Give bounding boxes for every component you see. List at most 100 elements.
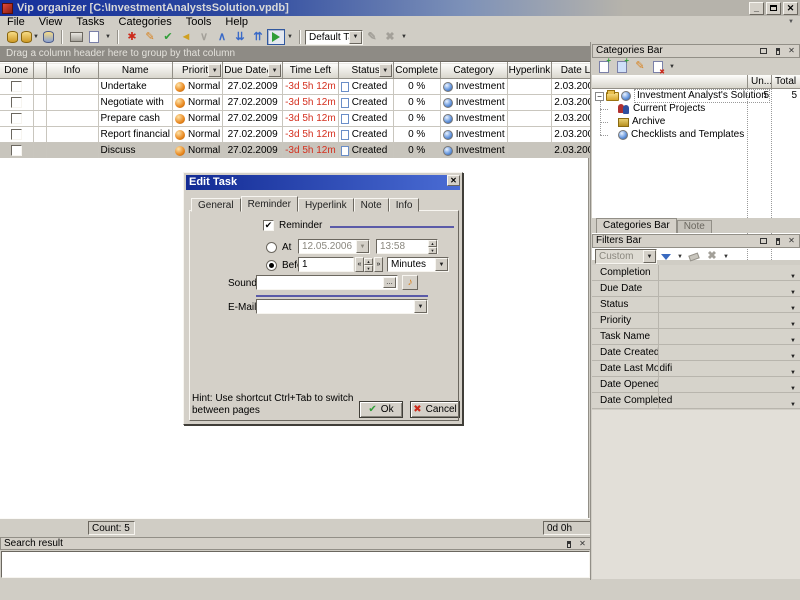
tab-reminder[interactable]: Reminder xyxy=(241,196,298,212)
pin-icon[interactable] xyxy=(772,236,783,246)
add-subcategory-icon[interactable]: + xyxy=(613,59,631,75)
filter-row-task-name[interactable]: Task Name▼ xyxy=(592,329,800,345)
edit-category-icon[interactable]: ✎ xyxy=(631,59,649,75)
col-priority[interactable]: Priority▼ xyxy=(172,63,222,79)
maximize-panel-icon[interactable] xyxy=(758,236,769,246)
new-database-icon[interactable] xyxy=(3,29,21,45)
restore-button[interactable] xyxy=(766,2,781,15)
menu-file[interactable]: File xyxy=(0,16,32,28)
col-complete[interactable]: Complete xyxy=(393,63,440,79)
filter-row-date-opened[interactable]: Date Opened▼ xyxy=(592,377,800,393)
toolbar-overflow-icon[interactable]: ▼ xyxy=(399,34,409,40)
col-status[interactable]: Status▼ xyxy=(338,63,393,79)
tree-item-archive[interactable]: Archive xyxy=(592,116,800,128)
filters-toolbar-overflow-icon[interactable]: ▼ xyxy=(721,254,731,260)
col-due[interactable]: Due Date&Ti▼ xyxy=(223,63,283,79)
apply-type-icon[interactable]: ✎ xyxy=(363,29,381,45)
due-filter-dropdown[interactable]: ▼ xyxy=(268,64,281,77)
open-database-icon[interactable]: ▼ xyxy=(21,29,39,45)
menu-tools[interactable]: Tools xyxy=(179,16,219,28)
group-by-band[interactable]: Drag a column header here to group by th… xyxy=(0,46,590,62)
filter-row-completion[interactable]: Completion▼ xyxy=(592,265,800,281)
done-checkbox[interactable] xyxy=(11,145,22,156)
tab-note[interactable]: Note xyxy=(354,198,389,212)
pin-icon[interactable] xyxy=(772,46,783,56)
col-info-ball[interactable] xyxy=(33,63,46,79)
delete-filter-icon[interactable]: ✖ xyxy=(703,249,721,265)
menu-tasks[interactable]: Tasks xyxy=(69,16,111,28)
done-checkbox[interactable] xyxy=(11,81,22,92)
col-hyperlink[interactable]: Hyperlink xyxy=(507,63,552,79)
apply-filter-dropdown-icon[interactable]: ▼ xyxy=(675,254,685,260)
print-icon[interactable] xyxy=(67,29,85,45)
search-result-list[interactable] xyxy=(1,551,590,578)
green-play-icon[interactable] xyxy=(267,29,285,45)
right-pane: Categories Bar ✕ + + ✎ ✖ ▼ Un... Total −… xyxy=(590,42,800,580)
move-top-icon[interactable]: ⇈ xyxy=(249,29,267,45)
new-task-icon[interactable]: ✱ xyxy=(123,29,141,45)
dialog-close-button[interactable]: ✕ xyxy=(447,175,460,186)
tab-info[interactable]: Info xyxy=(389,198,420,212)
done-checkbox[interactable] xyxy=(11,97,22,108)
close-icon[interactable]: ✕ xyxy=(577,539,588,549)
filter-row-priority[interactable]: Priority▼ xyxy=(592,313,800,329)
delete-category-icon[interactable]: ✖ xyxy=(649,59,667,75)
edit-task-dialog: Edit Task ✕ General Reminder Hyperlink N… xyxy=(183,172,463,425)
menu-view[interactable]: View xyxy=(32,16,70,28)
filter-row-date-completed[interactable]: Date Completed▼ xyxy=(592,393,800,409)
remove-type-icon[interactable]: ✖ xyxy=(381,29,399,45)
col-category[interactable]: Category xyxy=(440,63,507,79)
col-unread[interactable]: Un... xyxy=(747,75,771,89)
print-preview-icon[interactable] xyxy=(85,29,103,45)
tree-item-checklists[interactable]: Checklists and Templates xyxy=(592,129,800,141)
col-name[interactable]: Name xyxy=(98,63,172,79)
close-button[interactable]: ✕ xyxy=(783,2,798,15)
status-filter-dropdown[interactable]: ▼ xyxy=(379,64,392,77)
clear-filter-icon[interactable] xyxy=(685,249,703,265)
toolbar-overflow-icon[interactable]: ▼ xyxy=(103,34,113,40)
filter-row-due-date[interactable]: Due Date▼ xyxy=(592,281,800,297)
filter-preset-dropdown-icon[interactable]: ▼ xyxy=(643,250,656,263)
done-checkbox[interactable] xyxy=(11,129,22,140)
task-type-combo[interactable]: Default Task V ▼ xyxy=(305,30,363,45)
tab-note[interactable]: Note xyxy=(677,220,712,233)
done-checkbox[interactable] xyxy=(11,113,22,124)
move-up-icon[interactable]: ∧ xyxy=(213,29,231,45)
filter-row-date-last-modified[interactable]: Date Last Modifi▼ xyxy=(592,361,800,377)
collapse-icon[interactable]: − xyxy=(595,92,604,101)
minimize-button[interactable]: _ xyxy=(749,2,764,15)
toolbar-overflow-icon[interactable]: ▼ xyxy=(285,34,295,40)
tree-item-current-projects[interactable]: Current Projects xyxy=(592,103,800,115)
maximize-panel-icon[interactable] xyxy=(758,46,769,56)
tab-categories-bar[interactable]: Categories Bar xyxy=(596,218,677,233)
col-total[interactable]: Total xyxy=(771,75,800,89)
priority-filter-dropdown[interactable]: ▼ xyxy=(208,64,221,77)
add-category-icon[interactable]: + xyxy=(595,59,613,75)
filter-row-status[interactable]: Status▼ xyxy=(592,297,800,313)
yellow-arrow-icon[interactable]: ◄ xyxy=(177,29,195,45)
menu-categories[interactable]: Categories xyxy=(112,16,179,28)
col-info[interactable]: Info xyxy=(46,63,98,79)
col-done[interactable]: Done xyxy=(0,63,33,79)
tab-general[interactable]: General xyxy=(191,198,241,212)
col-time-left[interactable]: Time Left xyxy=(283,63,339,79)
move-bottom-icon[interactable]: ⇊ xyxy=(231,29,249,45)
filter-row-date-created[interactable]: Date Created▼ xyxy=(592,345,800,361)
categories-toolbar-overflow-icon[interactable]: ▼ xyxy=(667,64,677,70)
tab-hyperlink[interactable]: Hyperlink xyxy=(298,198,354,212)
apply-filter-icon[interactable] xyxy=(657,249,675,265)
move-down-icon[interactable]: ∨ xyxy=(195,29,213,45)
search-panel-title: Search result xyxy=(4,538,63,549)
save-database-icon[interactable] xyxy=(39,29,57,45)
menubar-overflow-icon[interactable]: ▼ xyxy=(788,19,800,25)
edit-task-icon[interactable]: ✎ xyxy=(141,29,159,45)
menu-help[interactable]: Help xyxy=(218,16,255,28)
close-icon[interactable]: ✕ xyxy=(786,236,797,246)
complete-task-icon[interactable]: ✔ xyxy=(159,29,177,45)
close-icon[interactable]: ✕ xyxy=(786,46,797,56)
status-bar: Count: 5 0d 0h xyxy=(0,518,591,537)
total-time-indicator: 0d 0h xyxy=(543,521,591,535)
task-type-dropdown-icon[interactable]: ▼ xyxy=(349,31,362,44)
filter-preset-combo[interactable]: Custom ▼ xyxy=(595,249,657,264)
pin-icon[interactable] xyxy=(563,539,574,549)
